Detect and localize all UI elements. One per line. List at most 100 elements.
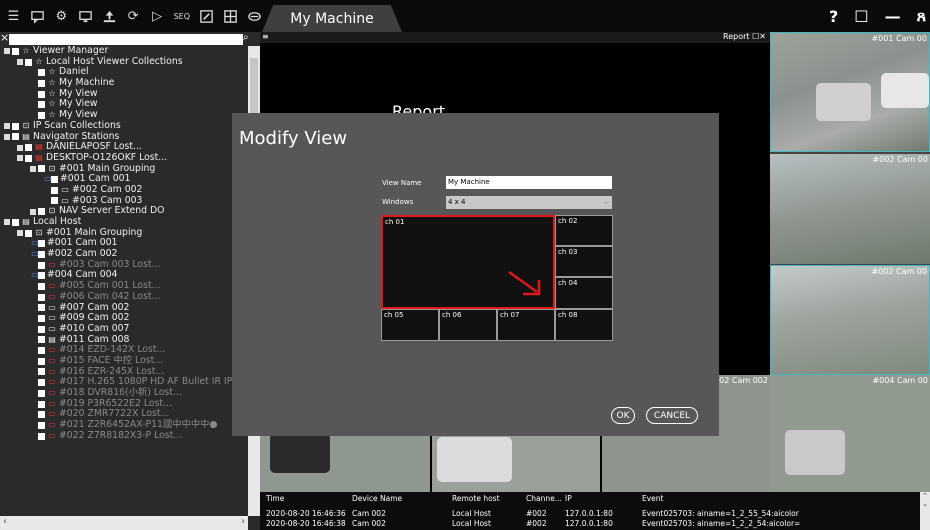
view-name-input[interactable]: My Machine	[446, 176, 612, 189]
confirm-search-icon[interactable]: ✓	[232, 32, 241, 44]
column-header-channel[interactable]: Channe...	[526, 494, 562, 503]
checkbox[interactable]	[38, 304, 45, 312]
scroll-up-icon[interactable]: ⌃	[922, 492, 928, 500]
restore-icon[interactable]: ☐	[854, 7, 868, 26]
tree-item[interactable]: ▭ #010 Cam 007	[0, 323, 248, 335]
resize-arrow-icon[interactable]	[505, 268, 545, 298]
cancel-button[interactable]: CANCEL	[646, 407, 698, 424]
checkbox[interactable]	[12, 47, 19, 55]
tab-my-machine[interactable]: My Machine	[262, 5, 402, 32]
expand-toggle-icon[interactable]	[17, 230, 23, 237]
search-input[interactable]	[9, 34, 243, 45]
monitor-icon[interactable]	[78, 9, 93, 24]
grid-cell-ch02[interactable]: ch 02	[555, 215, 613, 246]
checkbox[interactable]	[38, 357, 45, 365]
tree-item[interactable]: ▭ #022 Z7R8182X3-P Lost...	[0, 430, 248, 442]
expand-toggle-icon[interactable]	[4, 219, 10, 226]
checkbox[interactable]	[12, 133, 19, 141]
checkbox[interactable]	[38, 347, 45, 355]
tree-item[interactable]: ▭ #001 Cam 001	[0, 238, 248, 249]
camera-view-3[interactable]: #002 Cam 00	[770, 265, 930, 375]
checkbox[interactable]	[38, 325, 45, 333]
checkbox[interactable]	[51, 197, 58, 205]
checkbox[interactable]	[25, 144, 32, 152]
checkbox[interactable]	[38, 315, 45, 323]
camera-view-1[interactable]: #001 Cam 00	[770, 32, 930, 152]
minimize-icon[interactable]: —	[885, 7, 901, 26]
grid-cell-ch06[interactable]: ch 06	[439, 309, 497, 341]
checkbox[interactable]	[38, 101, 45, 109]
refresh-icon[interactable]: ⟳	[126, 9, 141, 24]
sidebar-horizontal-scrollbar[interactable]: ‹ ›	[0, 516, 248, 530]
column-header-time[interactable]: Time	[266, 494, 284, 503]
tree-item[interactable]: ☆ Local Host Viewer Collections	[0, 56, 248, 68]
column-header-event[interactable]: Event	[642, 494, 664, 503]
seq-button[interactable]: SEQ	[174, 9, 190, 24]
expand-toggle-icon[interactable]	[4, 123, 10, 130]
checkbox[interactable]	[38, 421, 45, 429]
tree-item[interactable]: ▭ #003 Cam 003 Lost...	[0, 259, 248, 271]
checkbox[interactable]	[12, 122, 19, 130]
search-icon[interactable]: ⌕	[243, 32, 249, 44]
storage-icon[interactable]	[247, 9, 262, 24]
checkbox[interactable]	[38, 79, 45, 87]
chat-icon[interactable]	[30, 9, 45, 24]
ok-button[interactable]: OK	[611, 407, 635, 424]
expand-toggle-icon[interactable]	[17, 155, 23, 162]
tree-item[interactable]: ☆ My View	[0, 88, 248, 100]
tree-item[interactable]: ☆ Daniel	[0, 67, 248, 78]
checkbox[interactable]	[38, 261, 45, 269]
scroll-down-icon[interactable]: ⌄	[922, 500, 928, 508]
scroll-right-icon[interactable]: ›	[241, 516, 245, 527]
checkbox[interactable]	[38, 282, 45, 290]
expand-toggle-icon[interactable]	[17, 144, 23, 151]
tree-item[interactable]: ☆ My Machine	[0, 77, 248, 89]
camera-view-7[interactable]: #004 Cam 00	[770, 375, 930, 492]
user-icon[interactable]: ጸ	[917, 6, 926, 26]
checkbox[interactable]	[38, 389, 45, 397]
upload-icon[interactable]	[102, 9, 117, 24]
grid-cell-ch03[interactable]: ch 03	[555, 246, 613, 277]
checkbox[interactable]	[38, 111, 45, 119]
expand-toggle-icon[interactable]	[30, 208, 36, 215]
checkbox[interactable]	[25, 154, 32, 162]
checkbox[interactable]	[38, 368, 45, 376]
checkbox[interactable]	[51, 186, 58, 194]
checkbox[interactable]	[38, 336, 45, 344]
expand-toggle-icon[interactable]	[17, 59, 23, 66]
checkbox[interactable]	[25, 229, 32, 237]
edit-icon[interactable]	[199, 9, 214, 24]
camera-view-2[interactable]: #002 Cam 00	[770, 154, 930, 264]
play-icon[interactable]: ▷	[150, 9, 165, 24]
scroll-left-icon[interactable]: ‹	[3, 516, 7, 527]
grid-cell-ch05[interactable]: ch 05	[381, 309, 439, 341]
checkbox[interactable]	[38, 165, 45, 173]
column-header-remote-host[interactable]: Remote host	[452, 494, 500, 503]
grid-cell-ch04[interactable]: ch 04	[555, 277, 613, 309]
layout-icon[interactable]	[223, 9, 238, 24]
column-header-ip[interactable]: IP	[565, 494, 572, 503]
expand-toggle-icon[interactable]	[4, 133, 10, 140]
tree-item[interactable]: ⊡ IP Scan Collections	[0, 120, 248, 132]
checkbox[interactable]	[38, 69, 45, 77]
menu-icon[interactable]: ☰	[6, 9, 21, 24]
tree-item[interactable]: ⊡ #001 Main Grouping	[0, 227, 248, 239]
checkbox[interactable]	[25, 58, 32, 66]
windows-select[interactable]: 4 x 4 ⌵	[446, 196, 612, 209]
clear-search-icon[interactable]: ×	[0, 32, 9, 45]
column-header-device[interactable]: Device Name	[352, 494, 402, 503]
help-icon[interactable]: ?	[829, 7, 838, 26]
checkbox[interactable]	[38, 90, 45, 98]
table-row[interactable]: 2020-08-20 16:46:36 Cam 002 Local Host #…	[260, 509, 920, 518]
event-log-scrollbar[interactable]: ⌃ ⌄	[920, 492, 930, 530]
checkbox[interactable]	[12, 218, 19, 226]
tree-item[interactable]: ☆ My View	[0, 99, 248, 110]
panel-menu-icon[interactable]: ≡	[262, 32, 269, 41]
checkbox[interactable]	[38, 432, 45, 440]
checkbox[interactable]	[38, 411, 45, 419]
checkbox[interactable]	[38, 379, 45, 387]
checkbox[interactable]	[38, 293, 45, 301]
checkbox[interactable]	[38, 208, 45, 216]
expand-toggle-icon[interactable]	[30, 165, 36, 172]
settings-icon[interactable]: ⚙	[54, 9, 69, 24]
